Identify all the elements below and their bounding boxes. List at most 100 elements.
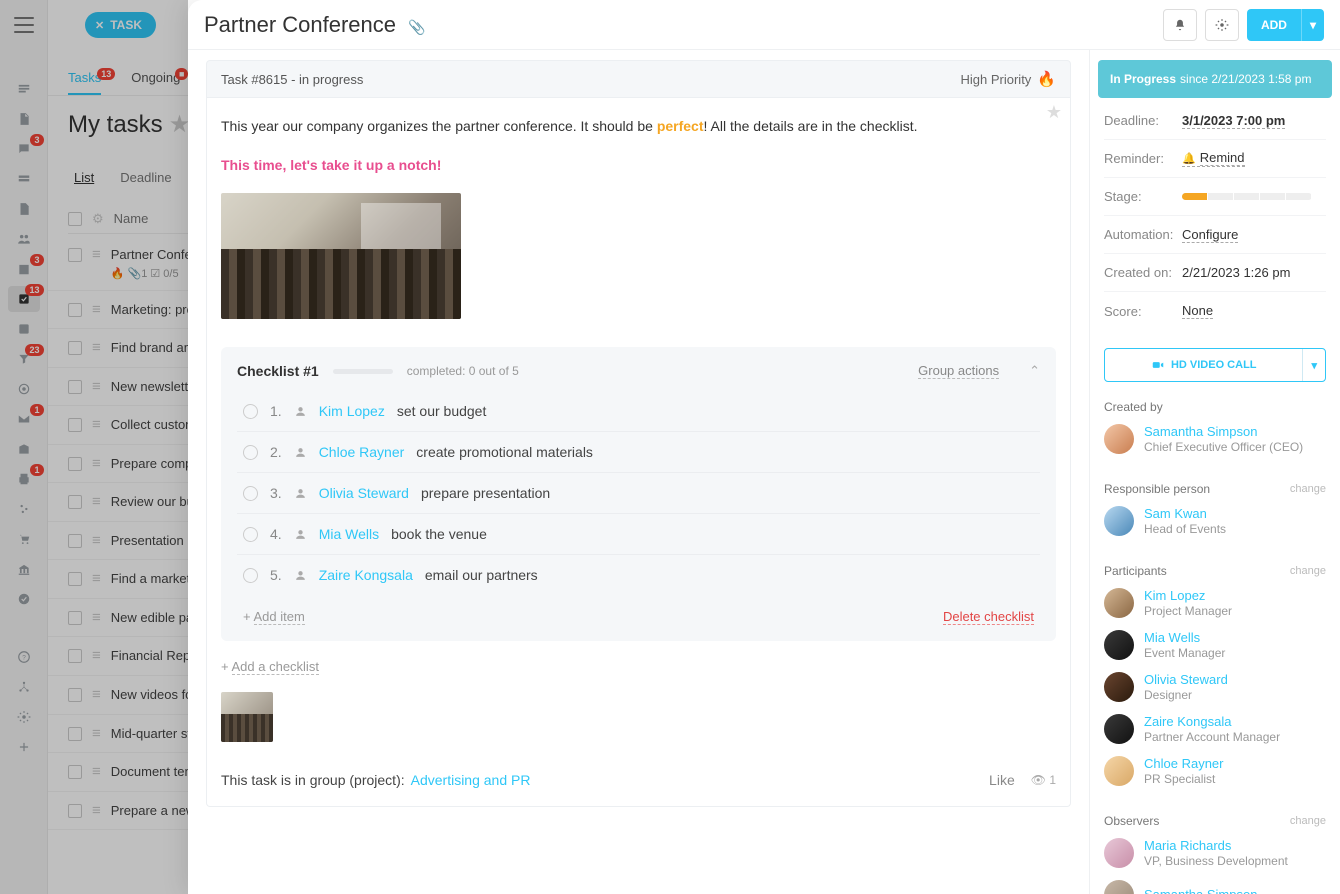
view-deadline[interactable]: Deadline <box>120 170 171 185</box>
row-checkbox[interactable] <box>68 572 82 586</box>
bell-icon[interactable] <box>1163 9 1197 41</box>
person-creator[interactable]: Samantha SimpsonChief Executive Officer … <box>1104 424 1326 454</box>
rail-drive-icon[interactable] <box>8 196 40 222</box>
person-name[interactable]: Mia Wells <box>1144 630 1225 645</box>
task-pill[interactable]: ✕ TASK <box>85 12 156 38</box>
person[interactable]: Zaire KongsalaPartner Account Manager <box>1104 714 1326 744</box>
drag-handle-icon[interactable]: ≡ <box>92 455 101 472</box>
person-name[interactable]: Olivia Steward <box>1144 672 1228 687</box>
rail-check-icon[interactable] <box>8 586 40 612</box>
drag-handle-icon[interactable]: ≡ <box>92 647 101 664</box>
drag-handle-icon[interactable]: ≡ <box>92 493 101 510</box>
col-name[interactable]: Name <box>114 211 149 226</box>
row-checkbox[interactable] <box>68 418 82 432</box>
checklist-radio[interactable] <box>243 404 258 419</box>
checklist-radio[interactable] <box>243 486 258 501</box>
drag-handle-icon[interactable]: ≡ <box>92 301 101 318</box>
person[interactable]: Olivia StewardDesigner <box>1104 672 1326 702</box>
rail-chat-icon[interactable]: 3 <box>8 136 40 162</box>
tab-ongoing[interactable]: Ongoing■ <box>131 70 180 95</box>
rail-plus-icon[interactable] <box>8 734 40 760</box>
conference-image[interactable] <box>221 193 461 319</box>
star-icon[interactable]: ★ <box>1046 102 1062 123</box>
rail-feed-icon[interactable] <box>8 76 40 102</box>
row-checkbox[interactable] <box>68 380 82 394</box>
like-button[interactable]: Like <box>989 772 1015 788</box>
change-link[interactable]: change <box>1290 815 1326 827</box>
deadline-value[interactable]: 3/1/2023 7:00 pm <box>1182 113 1285 129</box>
rail-inventory-icon[interactable] <box>8 436 40 462</box>
rail-target-icon[interactable] <box>8 376 40 402</box>
chevron-down-icon[interactable]: ▾ <box>1302 349 1325 381</box>
person-name[interactable]: Maria Richards <box>1144 838 1288 853</box>
chevron-down-icon[interactable]: ▾ <box>1301 9 1324 41</box>
row-checkbox[interactable] <box>68 649 82 663</box>
rail-doc-icon[interactable] <box>8 106 40 132</box>
checklist-item[interactable]: 1. Kim Lopez set our budget <box>237 391 1040 432</box>
drag-handle-icon[interactable]: ≡ <box>92 339 101 356</box>
drag-handle-icon[interactable]: ≡ <box>92 609 101 626</box>
person[interactable]: Maria RichardsVP, Business Development <box>1104 838 1326 868</box>
checklist-item[interactable]: 2. Chloe Rayner create promotional mater… <box>237 432 1040 473</box>
assignee-link[interactable]: Mia Wells <box>319 526 379 542</box>
drag-handle-icon[interactable]: ≡ <box>92 416 101 433</box>
rail-crm-icon[interactable] <box>8 166 40 192</box>
assignee-link[interactable]: Kim Lopez <box>319 403 385 419</box>
checklist-item[interactable]: 4. Mia Wells book the venue <box>237 514 1040 555</box>
person-name[interactable]: Chloe Rayner <box>1144 756 1224 771</box>
add-checklist[interactable]: + Add a checklist <box>221 659 1056 674</box>
rail-cart-icon[interactable] <box>8 526 40 552</box>
person-name[interactable]: Zaire Kongsala <box>1144 714 1280 729</box>
drag-handle-icon[interactable]: ≡ <box>92 246 101 263</box>
group-actions[interactable]: Group actions <box>918 363 999 379</box>
rail-help-icon[interactable]: ? <box>8 644 40 670</box>
drag-handle-icon[interactable]: ≡ <box>92 763 101 780</box>
person[interactable]: Chloe RaynerPR Specialist <box>1104 756 1326 786</box>
checklist-radio[interactable] <box>243 527 258 542</box>
row-checkbox[interactable] <box>68 457 82 471</box>
add-button[interactable]: ADD▾ <box>1247 9 1324 41</box>
tab-tasks[interactable]: Tasks13 <box>68 70 101 95</box>
assignee-link[interactable]: Chloe Rayner <box>319 444 405 460</box>
checklist-item[interactable]: 5. Zaire Kongsala email our partners <box>237 555 1040 595</box>
drag-handle-icon[interactable]: ≡ <box>92 686 101 703</box>
star-icon[interactable]: ★ <box>169 111 191 138</box>
checklist-radio[interactable] <box>243 568 258 583</box>
person-responsible[interactable]: Sam KwanHead of Events <box>1104 506 1326 536</box>
drag-handle-icon[interactable]: ≡ <box>92 802 101 819</box>
person[interactable]: Kim LopezProject Manager <box>1104 588 1326 618</box>
rail-mail-icon[interactable]: 1 <box>8 406 40 432</box>
rail-bank-icon[interactable] <box>8 556 40 582</box>
drag-handle-icon[interactable]: ≡ <box>92 378 101 395</box>
person-name[interactable]: Kim Lopez <box>1144 588 1232 603</box>
row-checkbox[interactable] <box>68 534 82 548</box>
automation-link[interactable]: Configure <box>1182 227 1238 243</box>
add-item[interactable]: + Add item <box>243 609 305 625</box>
row-checkbox[interactable] <box>68 765 82 779</box>
drag-handle-icon[interactable]: ≡ <box>92 532 101 549</box>
row-checkbox[interactable] <box>68 248 82 262</box>
hd-video-call-button[interactable]: HD VIDEO CALL ▾ <box>1104 348 1326 382</box>
checklist-radio[interactable] <box>243 445 258 460</box>
row-checkbox[interactable] <box>68 804 82 818</box>
row-checkbox[interactable] <box>68 341 82 355</box>
rail-gear-icon[interactable] <box>8 704 40 730</box>
chevron-up-icon[interactable]: ⌃ <box>1029 363 1040 379</box>
assignee-link[interactable]: Zaire Kongsala <box>319 567 413 583</box>
assignee-link[interactable]: Olivia Steward <box>319 485 409 501</box>
menu-icon[interactable] <box>8 12 40 38</box>
clip-icon[interactable]: 📎 <box>408 19 425 35</box>
row-checkbox[interactable] <box>68 688 82 702</box>
attachment-thumb[interactable] <box>221 692 273 742</box>
rail-sitemap-icon[interactable] <box>8 674 40 700</box>
rail-calendar-icon[interactable]: 3 <box>8 256 40 282</box>
change-link[interactable]: change <box>1290 565 1326 577</box>
rail-print-icon[interactable]: 1 <box>8 466 40 492</box>
group-link[interactable]: Advertising and PR <box>411 772 531 788</box>
close-icon[interactable]: ✕ <box>95 19 104 32</box>
change-link[interactable]: change <box>1290 483 1326 495</box>
drag-handle-icon[interactable]: ≡ <box>92 570 101 587</box>
rail-settings-icon[interactable] <box>8 496 40 522</box>
rail-filter-icon[interactable]: 23 <box>8 346 40 372</box>
person[interactable]: Samantha Simpson <box>1104 880 1326 894</box>
